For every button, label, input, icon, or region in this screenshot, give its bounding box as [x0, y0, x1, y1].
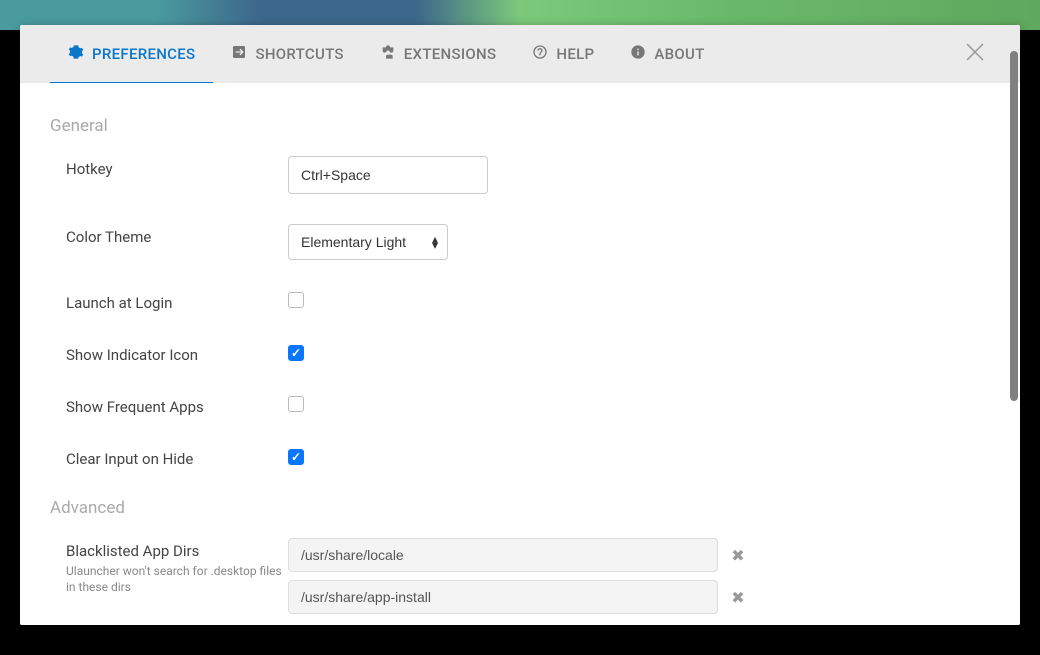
hotkey-input[interactable]: [288, 156, 488, 194]
row-color-theme: Color Theme Elementary Light ▴▾: [50, 224, 990, 260]
section-advanced-title: Advanced: [50, 498, 990, 518]
hotkey-label: Hotkey: [66, 156, 288, 178]
blacklist-input[interactable]: [288, 580, 718, 614]
tab-help[interactable]: HELP: [514, 25, 612, 83]
row-hotkey: Hotkey: [50, 156, 990, 194]
tab-about[interactable]: ABOUT: [612, 25, 722, 83]
row-show-frequent: Show Frequent Apps: [50, 394, 990, 416]
blacklist-item: ✖: [288, 538, 748, 572]
tab-preferences[interactable]: PREFERENCES: [50, 25, 213, 83]
clear-input-checkbox[interactable]: [288, 449, 304, 465]
row-blacklist: Blacklisted App Dirs Ulauncher won't sea…: [50, 538, 990, 622]
color-theme-select[interactable]: Elementary Light: [288, 224, 448, 260]
blacklist-item: ✖: [288, 580, 748, 614]
tab-shortcuts[interactable]: SHORTCUTS: [213, 25, 361, 83]
row-launch-at-login: Launch at Login: [50, 290, 990, 312]
remove-blacklist-button[interactable]: ✖: [728, 587, 748, 607]
launch-at-login-checkbox[interactable]: [288, 292, 304, 308]
help-icon: [532, 44, 548, 64]
blacklist-label: Blacklisted App Dirs Ulauncher won't sea…: [66, 538, 288, 595]
preferences-content: General Hotkey Color Theme Elementary Li…: [20, 83, 1020, 625]
tab-label: HELP: [556, 45, 594, 63]
show-indicator-label: Show Indicator Icon: [66, 342, 288, 364]
tab-extensions[interactable]: EXTENSIONS: [362, 25, 515, 83]
clear-input-label: Clear Input on Hide: [66, 446, 288, 468]
show-frequent-label: Show Frequent Apps: [66, 394, 288, 416]
tab-label: PREFERENCES: [92, 45, 195, 63]
launch-at-login-label: Launch at Login: [66, 290, 288, 312]
gear-icon: [68, 44, 84, 64]
shortcut-icon: [231, 44, 247, 64]
preferences-window: PREFERENCES SHORTCUTS EXTENSIONS HELP AB…: [20, 25, 1020, 625]
row-clear-input: Clear Input on Hide: [50, 446, 990, 468]
remove-icon: ✖: [731, 588, 744, 607]
close-button[interactable]: [960, 39, 990, 69]
scrollbar[interactable]: [1010, 51, 1018, 401]
remove-blacklist-button[interactable]: ✖: [728, 545, 748, 565]
blacklist-input[interactable]: [288, 538, 718, 572]
close-icon: [963, 40, 987, 68]
show-indicator-checkbox[interactable]: [288, 345, 304, 361]
row-show-indicator: Show Indicator Icon: [50, 342, 990, 364]
tab-label: SHORTCUTS: [255, 45, 343, 63]
tab-label: ABOUT: [654, 45, 704, 63]
tab-label: EXTENSIONS: [404, 45, 497, 63]
color-theme-label: Color Theme: [66, 224, 288, 246]
info-icon: [630, 44, 646, 64]
extensions-icon: [380, 44, 396, 64]
show-frequent-checkbox[interactable]: [288, 396, 304, 412]
remove-icon: ✖: [731, 546, 744, 565]
section-general-title: General: [50, 116, 990, 136]
blacklist-sublabel: Ulauncher won't search for .desktop file…: [66, 564, 288, 595]
tab-bar: PREFERENCES SHORTCUTS EXTENSIONS HELP AB…: [20, 25, 1020, 83]
